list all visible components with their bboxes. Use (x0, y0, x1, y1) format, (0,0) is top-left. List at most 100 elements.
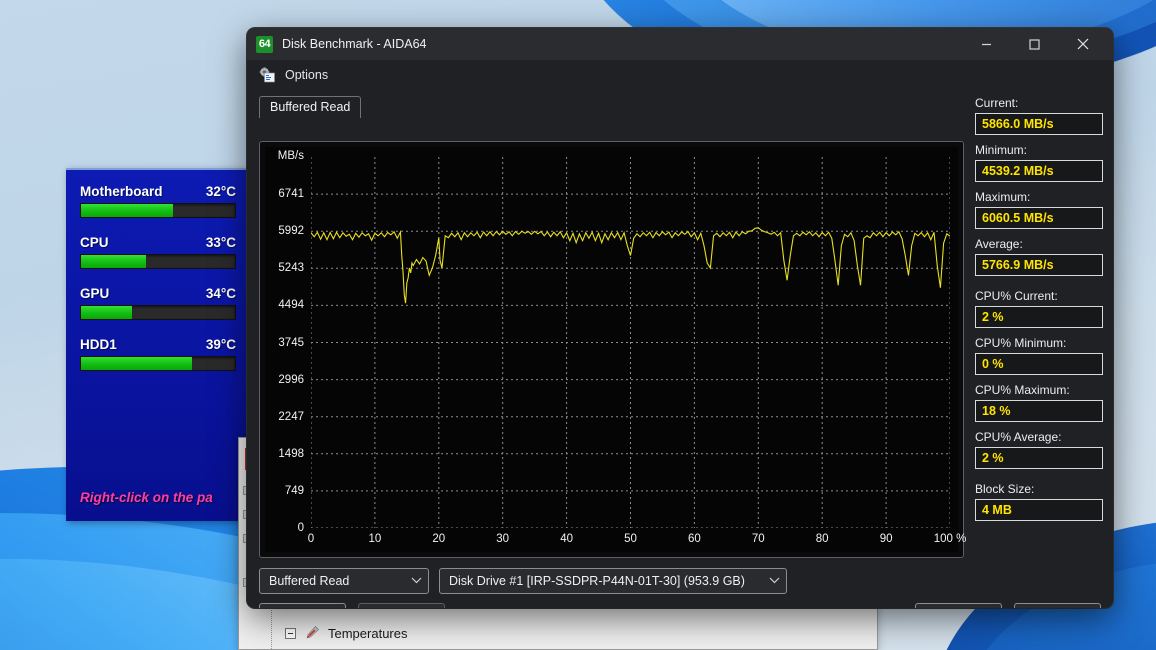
chart-y-axis-unit: MB/s (277, 150, 304, 162)
minimize-button[interactable] (964, 28, 1009, 60)
sensor-row: CPU 33°C (80, 235, 236, 269)
stat-value: 5766.9 MB/s (975, 254, 1103, 276)
chart-x-tick-label: 50 (624, 533, 637, 545)
maximize-button[interactable] (1012, 28, 1057, 60)
stat-value: 6060.5 MB/s (975, 207, 1103, 229)
chart-plot: 6741 5992 5243 4494 3745 2996 2247 1498 749 0 0 10… (265, 147, 967, 552)
disk-drive-select[interactable]: Disk Drive #1 [IRP-SSDPR-P44N-01T-30] (9… (439, 568, 787, 594)
sensor-bar (80, 203, 236, 218)
chart-x-tick-label: 100 % (933, 533, 967, 545)
chart-y-tick-label: 1498 (278, 447, 304, 460)
stat-group: CPU% Current: 2 % (975, 289, 1103, 328)
benchmark-mode-select[interactable]: Buffered Read (259, 568, 429, 594)
tab-buffered-read[interactable]: Buffered Read (259, 96, 362, 118)
chart-y-tick-label: 749 (284, 484, 304, 497)
sensor-panel[interactable]: Motherboard 32°C CPU 33°C GPU 34°C HDD1 … (66, 168, 250, 521)
options-gear-icon (259, 67, 275, 83)
chart-x-tick-label: 30 (496, 533, 510, 545)
sensor-name: CPU (80, 235, 109, 250)
stat-group: CPU% Minimum: 0 % (975, 336, 1103, 375)
chevron-down-icon (769, 575, 780, 587)
chart-x-tick-label: 90 (879, 533, 893, 545)
sensor-value: 32°C (205, 184, 236, 199)
sensor-bar-fill (81, 357, 192, 370)
sensor-value: 39°C (205, 337, 236, 352)
stat-group: Block Size: 4 MB (975, 482, 1103, 521)
stat-label: CPU% Current: (975, 289, 1058, 303)
chart-y-tick-label: 0 (297, 522, 304, 534)
disk-benchmark-window[interactable]: 64 Disk Benchmark - AIDA64 Options Buffe… (247, 28, 1113, 608)
maximize-icon (1029, 38, 1040, 50)
benchmark-mode-value: Buffered Read (269, 574, 350, 588)
save-button[interactable]: Save (915, 603, 1002, 608)
stat-label: Block Size: (975, 482, 1035, 496)
clear-button[interactable]: Clear (1014, 603, 1101, 608)
close-icon (1077, 38, 1088, 50)
chart-series-line (311, 228, 950, 303)
button-row: Start Stop Save Clear (259, 603, 1101, 608)
sensor-row: HDD1 39°C (80, 337, 236, 371)
aida64-app-icon: 64 (256, 35, 273, 53)
stat-value: 18 % (975, 400, 1103, 422)
stats-column: Current: 5866.0 MB/s Minimum: 4539.2 MB/s Ma… (975, 96, 1103, 529)
chart-y-tick-label: 6741 (278, 188, 304, 201)
chart-x-tick-label: 20 (432, 533, 446, 545)
stat-label: Current: (975, 96, 1019, 110)
sensor-bar (80, 254, 236, 269)
chart-x-tick-label: 40 (560, 533, 573, 545)
stat-value: 2 % (975, 306, 1103, 328)
stat-label: Minimum: (975, 143, 1028, 157)
close-button[interactable] (1060, 28, 1105, 60)
sensor-bar (80, 356, 236, 371)
disk-drive-value: Disk Drive #1 [IRP-SSDPR-P44N-01T-30] (9… (449, 574, 745, 588)
chart-x-tick-label: 10 (368, 533, 382, 545)
stat-group: CPU% Average: 2 % (975, 430, 1103, 469)
stat-value: 4 MB (975, 499, 1103, 521)
bottom-controls: Buffered Read Disk Drive #1 [IRP-SSDPR-P… (259, 568, 1101, 608)
stat-label: CPU% Maximum: (975, 383, 1070, 397)
chart-panel: 6741 5992 5243 4494 3745 2996 2247 1498 749 0 0 10… (259, 141, 967, 558)
menu-item-options[interactable]: Options (285, 68, 328, 82)
sensor-bar-fill (81, 204, 174, 217)
menubar[interactable]: Options (247, 60, 1113, 90)
sensor-name: HDD1 (80, 337, 117, 352)
sensor-name: GPU (80, 286, 110, 301)
chart-x-tick-label: 80 (815, 533, 829, 545)
stat-label: Maximum: (975, 190, 1031, 204)
tree-item-temperatures[interactable]: Temperatures (285, 625, 407, 641)
chart-y-tick-label: 2247 (278, 410, 304, 423)
tree-collapse-icon[interactable] (285, 627, 296, 639)
stop-button[interactable]: Stop (358, 603, 445, 608)
chart-x-tick-label: 70 (751, 533, 765, 545)
chart-y-tick-label: 5243 (278, 262, 304, 275)
stat-group: Average: 5766.9 MB/s (975, 237, 1103, 276)
desktop: Motherboard 32°C CPU 33°C GPU 34°C HDD1 … (0, 0, 1156, 650)
stat-label: CPU% Minimum: (975, 336, 1067, 350)
stat-group: CPU% Maximum: 18 % (975, 383, 1103, 422)
window-titlebar[interactable]: 64 Disk Benchmark - AIDA64 (247, 28, 1113, 60)
sensor-bar (80, 305, 236, 320)
sensor-bar-fill (81, 306, 132, 319)
chart-plot-area: 6741 5992 5243 4494 3745 2996 2247 1498 749 0 0 10… (278, 150, 967, 545)
stat-group: Current: 5866.0 MB/s (975, 96, 1103, 135)
stat-label: CPU% Average: (975, 430, 1062, 444)
chevron-down-icon (411, 575, 422, 587)
sensor-row: Motherboard 32°C (80, 184, 236, 218)
stat-label: Average: (975, 237, 1023, 251)
chart-y-tick-label: 4494 (278, 299, 304, 312)
sensor-value: 33°C (205, 235, 236, 250)
chart-svg (311, 157, 950, 528)
tree-item-label: Temperatures (328, 625, 408, 641)
sensor-value: 34°C (205, 286, 236, 301)
sensor-panel-footnote: Right-click on the pa (80, 490, 213, 505)
stat-value: 0 % (975, 353, 1103, 375)
chart-y-tick-label: 2996 (278, 373, 304, 386)
start-button[interactable]: Start (259, 603, 346, 608)
sensor-bar-fill (81, 255, 146, 268)
minimize-icon (982, 43, 991, 45)
stat-value: 5866.0 MB/s (975, 113, 1103, 135)
sensor-name: Motherboard (80, 184, 163, 199)
sensor-row: GPU 34°C (80, 286, 236, 320)
stat-value: 2 % (975, 447, 1103, 469)
window-title: Disk Benchmark - AIDA64 (282, 37, 427, 51)
